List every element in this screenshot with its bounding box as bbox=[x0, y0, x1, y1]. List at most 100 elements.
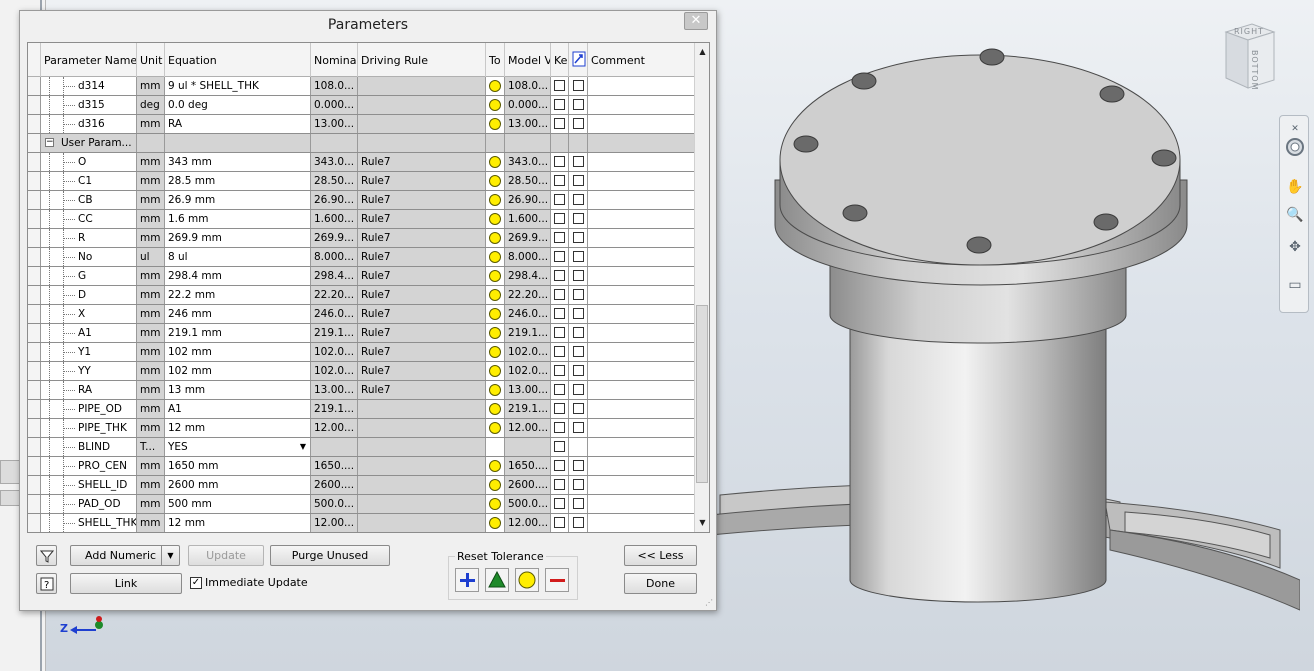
unit-cell[interactable]: mm bbox=[137, 514, 165, 532]
tolerance-cell[interactable] bbox=[486, 457, 505, 475]
tolerance-cell[interactable] bbox=[486, 229, 505, 247]
unit-cell[interactable]: mm bbox=[137, 191, 165, 209]
export-cell[interactable] bbox=[569, 115, 588, 133]
parameter-name-cell[interactable]: X bbox=[41, 305, 137, 323]
tolerance-nominal-icon[interactable] bbox=[489, 327, 501, 339]
key-cell[interactable] bbox=[551, 134, 569, 152]
equation-cell[interactable]: 269.9 mm bbox=[165, 229, 311, 247]
equation-cell[interactable]: 246 mm bbox=[165, 305, 311, 323]
equation-cell[interactable]: 0.0 deg bbox=[165, 96, 311, 114]
parameter-name-cell[interactable]: PAD_OD bbox=[41, 495, 137, 513]
parameter-name-cell[interactable]: O bbox=[41, 153, 137, 171]
tolerance-nominal-icon[interactable] bbox=[489, 498, 501, 510]
equation-cell[interactable]: 1650 mm bbox=[165, 457, 311, 475]
tolerance-nominal-icon[interactable] bbox=[489, 403, 501, 415]
export-cell[interactable] bbox=[569, 476, 588, 494]
tolerance-cell[interactable] bbox=[486, 115, 505, 133]
unit-cell[interactable]: mm bbox=[137, 172, 165, 190]
driving-rule-cell[interactable]: Rule7 bbox=[358, 324, 486, 342]
driving-rule-cell[interactable]: Rule7 bbox=[358, 343, 486, 361]
comment-cell[interactable] bbox=[588, 191, 696, 209]
key-checkbox[interactable] bbox=[554, 270, 565, 281]
equation-cell[interactable]: 12 mm bbox=[165, 514, 311, 532]
driving-rule-cell[interactable] bbox=[358, 476, 486, 494]
export-cell[interactable] bbox=[569, 286, 588, 304]
driving-rule-cell[interactable] bbox=[358, 134, 486, 152]
comment-cell[interactable] bbox=[588, 381, 696, 399]
tolerance-cell[interactable] bbox=[486, 248, 505, 266]
tolerance-cell[interactable] bbox=[486, 419, 505, 437]
table-row[interactable]: d314 mm 9 ul * SHELL_THK 108.0... 108.0... bbox=[28, 77, 696, 96]
tolerance-nominal-icon[interactable] bbox=[489, 251, 501, 263]
key-cell[interactable] bbox=[551, 324, 569, 342]
orbit-icon[interactable]: ✥ bbox=[1284, 236, 1306, 258]
key-cell[interactable] bbox=[551, 153, 569, 171]
reset-nominal-button[interactable] bbox=[515, 568, 539, 592]
export-cell[interactable] bbox=[569, 267, 588, 285]
help-button[interactable]: ? bbox=[36, 573, 57, 594]
key-checkbox[interactable] bbox=[554, 422, 565, 433]
table-row[interactable]: PAD_OD mm 500 mm 500.0... 500.0... bbox=[28, 495, 696, 514]
driving-rule-cell[interactable] bbox=[358, 400, 486, 418]
comment-cell[interactable] bbox=[588, 419, 696, 437]
column-header-nominal[interactable]: Nominal bbox=[311, 43, 358, 77]
parameter-name-cell[interactable]: C1 bbox=[41, 172, 137, 190]
column-header-ex[interactable] bbox=[569, 43, 588, 77]
driving-rule-cell[interactable] bbox=[358, 77, 486, 95]
comment-cell[interactable] bbox=[588, 229, 696, 247]
equation-cell[interactable]: YES ▼ bbox=[165, 438, 311, 456]
equation-cell[interactable]: 2600 mm bbox=[165, 476, 311, 494]
equation-cell[interactable] bbox=[165, 134, 311, 152]
export-cell[interactable] bbox=[569, 514, 588, 532]
add-numeric-dropdown-icon[interactable]: ▼ bbox=[161, 546, 179, 565]
immediate-update-checkbox[interactable]: ✓ bbox=[190, 576, 202, 589]
unit-cell[interactable]: mm bbox=[137, 362, 165, 380]
export-checkbox[interactable] bbox=[573, 517, 584, 528]
driving-rule-cell[interactable]: Rule7 bbox=[358, 362, 486, 380]
unit-cell[interactable]: deg bbox=[137, 96, 165, 114]
export-checkbox[interactable] bbox=[573, 422, 584, 433]
comment-cell[interactable] bbox=[588, 96, 696, 114]
comment-cell[interactable] bbox=[588, 324, 696, 342]
comment-cell[interactable] bbox=[588, 400, 696, 418]
tolerance-cell[interactable] bbox=[486, 324, 505, 342]
driving-rule-cell[interactable]: Rule7 bbox=[358, 381, 486, 399]
table-row[interactable]: CC mm 1.6 mm 1.600... Rule7 1.600... bbox=[28, 210, 696, 229]
table-row[interactable]: YY mm 102 mm 102.0... Rule7 102.0... bbox=[28, 362, 696, 381]
comment-cell[interactable] bbox=[588, 305, 696, 323]
equation-cell[interactable]: A1 bbox=[165, 400, 311, 418]
export-checkbox[interactable] bbox=[573, 289, 584, 300]
driving-rule-cell[interactable]: Rule7 bbox=[358, 172, 486, 190]
table-row[interactable]: d315 deg 0.0 deg 0.000... 0.000... bbox=[28, 96, 696, 115]
export-checkbox[interactable] bbox=[573, 270, 584, 281]
equation-cell[interactable]: RA bbox=[165, 115, 311, 133]
done-button[interactable]: Done bbox=[624, 573, 697, 594]
tolerance-nominal-icon[interactable] bbox=[489, 80, 501, 92]
key-checkbox[interactable] bbox=[554, 194, 565, 205]
unit-cell[interactable]: mm bbox=[137, 305, 165, 323]
parameter-name-cell[interactable]: d314 bbox=[41, 77, 137, 95]
key-checkbox[interactable] bbox=[554, 365, 565, 376]
key-checkbox[interactable] bbox=[554, 99, 565, 110]
tolerance-nominal-icon[interactable] bbox=[489, 99, 501, 111]
driving-rule-cell[interactable] bbox=[358, 438, 486, 456]
less-button[interactable]: << Less bbox=[624, 545, 697, 566]
zoom-icon[interactable]: 🔍 bbox=[1284, 204, 1306, 226]
dialog-title[interactable]: Parameters bbox=[20, 11, 716, 39]
export-cell[interactable] bbox=[569, 210, 588, 228]
unit-cell[interactable]: mm bbox=[137, 381, 165, 399]
key-checkbox[interactable] bbox=[554, 156, 565, 167]
key-checkbox[interactable] bbox=[554, 517, 565, 528]
export-cell[interactable] bbox=[569, 495, 588, 513]
export-cell[interactable] bbox=[569, 324, 588, 342]
tolerance-cell[interactable] bbox=[486, 172, 505, 190]
export-checkbox[interactable] bbox=[573, 384, 584, 395]
export-cell[interactable] bbox=[569, 248, 588, 266]
parameter-name-cell[interactable]: SHELL_ID bbox=[41, 476, 137, 494]
parameter-name-cell[interactable]: d315 bbox=[41, 96, 137, 114]
table-row[interactable]: Dmm 22.2 mm 22.20... Rule7 22.20... bbox=[28, 286, 696, 305]
viewcube[interactable]: RIGHT BOTTOM bbox=[1222, 22, 1278, 90]
comment-cell[interactable] bbox=[588, 153, 696, 171]
equation-cell[interactable]: 8 ul bbox=[165, 248, 311, 266]
key-cell[interactable] bbox=[551, 248, 569, 266]
